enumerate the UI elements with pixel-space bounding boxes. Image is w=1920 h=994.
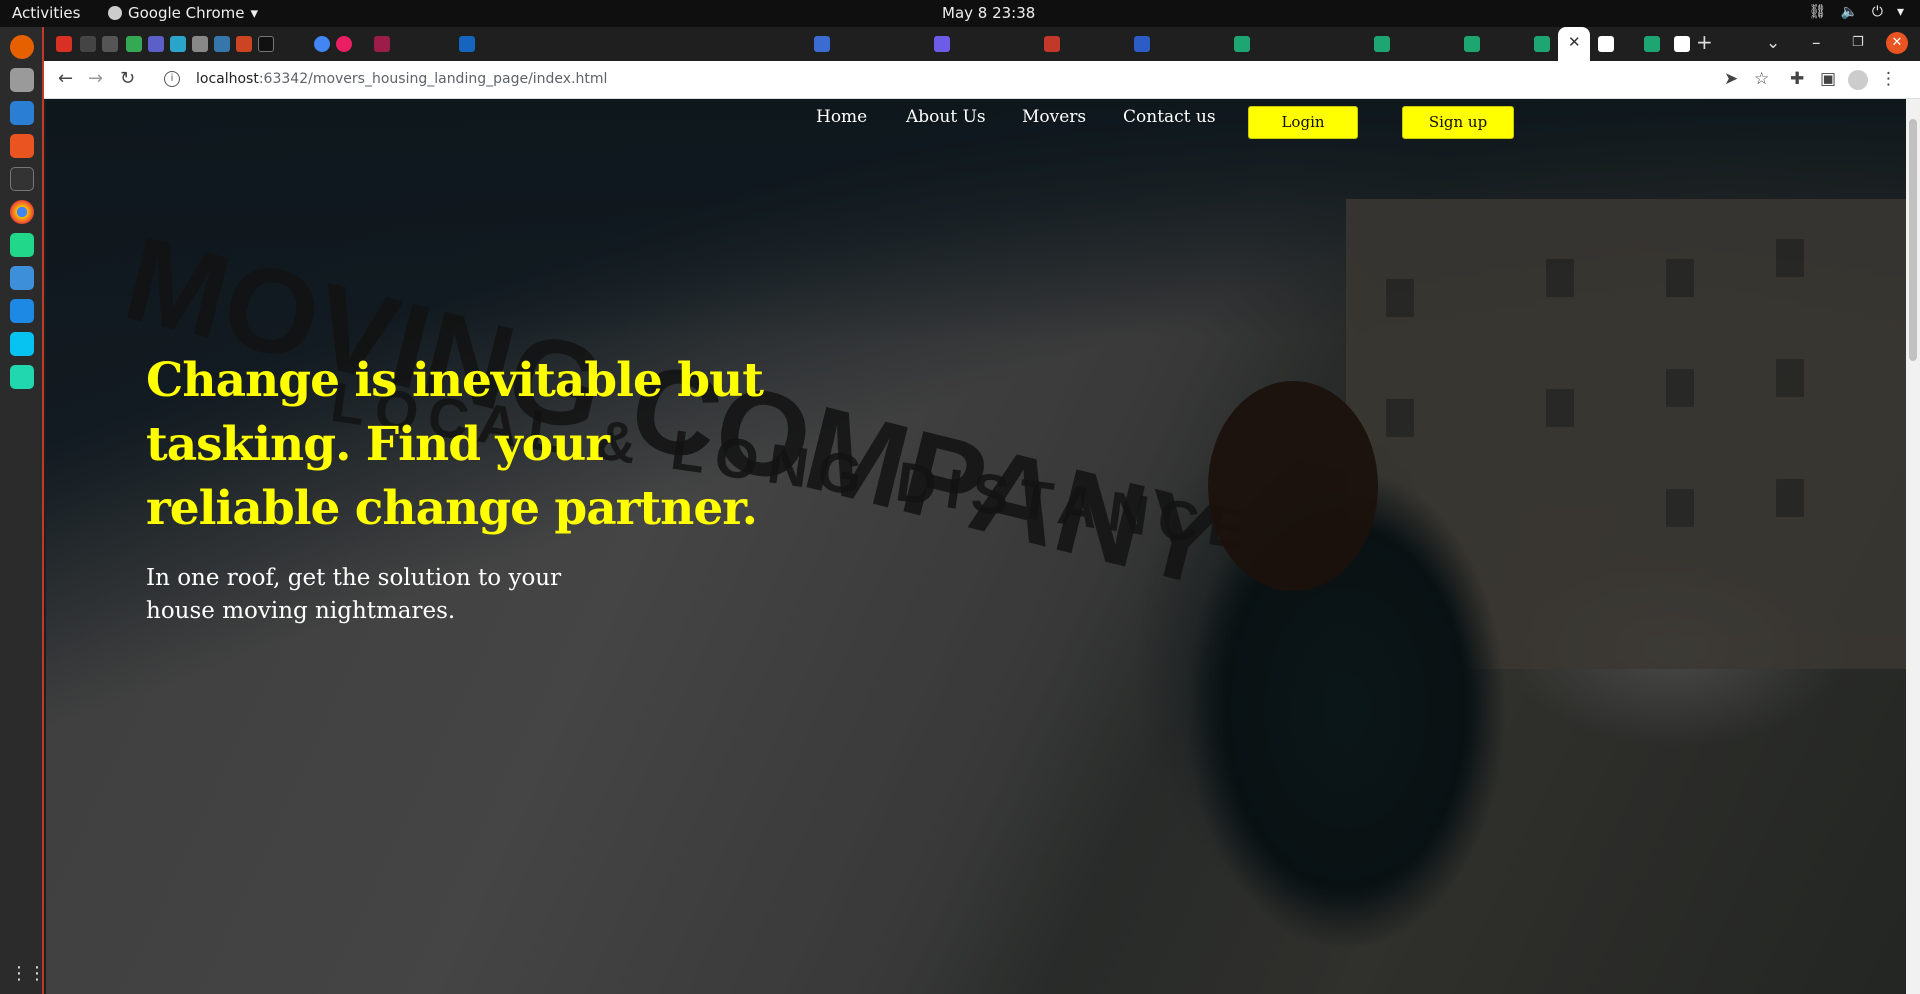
tab-favicon[interactable] [1134, 36, 1150, 52]
python-icon[interactable] [214, 36, 230, 52]
nav-contact-link[interactable]: Contact us [1123, 107, 1216, 127]
tab-favicon[interactable] [1534, 36, 1550, 52]
tab-favicon[interactable] [1644, 36, 1660, 52]
hero-subtitle: In one roof, get the solution to your ho… [146, 565, 562, 624]
login-button[interactable]: Login [1248, 106, 1358, 139]
app-center-icon[interactable] [10, 134, 34, 158]
new-tab-icon[interactable]: + [1696, 30, 1713, 54]
forward-icon[interactable]: → [88, 68, 103, 89]
reload-icon[interactable]: ↻ [120, 68, 135, 89]
webstorm-icon[interactable] [10, 332, 34, 356]
files-icon[interactable] [10, 68, 34, 92]
extensions-icon[interactable]: ✚ [1790, 69, 1804, 89]
tab-search-icon[interactable]: ⌄ [1766, 33, 1780, 53]
drive-icon[interactable] [126, 36, 142, 52]
chrome-icon[interactable] [10, 200, 34, 224]
site-navbar: Home About Us Movers Contact us Login Si… [46, 99, 1920, 149]
close-tab-icon[interactable]: ✕ [1568, 33, 1581, 51]
signup-button[interactable]: Sign up [1402, 106, 1514, 139]
chrome-app-icon [108, 6, 122, 20]
tab-favicon[interactable] [1674, 36, 1690, 52]
profile-avatar[interactable] [1848, 70, 1868, 90]
network-icon[interactable]: ⛓ [1809, 4, 1827, 20]
gmail-icon[interactable] [56, 36, 72, 52]
tab-favicon[interactable] [236, 36, 252, 52]
side-panel-icon[interactable]: ▣ [1820, 69, 1836, 89]
nav-home-link[interactable]: Home [816, 107, 867, 127]
restore-icon[interactable]: ❐ [1852, 35, 1864, 50]
site-info-icon[interactable]: i [164, 71, 180, 87]
close-window-icon[interactable]: ✕ [1886, 32, 1908, 54]
hero-title: Change is inevitable but tasking. Find y… [146, 353, 764, 536]
tab-favicon[interactable] [1374, 36, 1390, 52]
page-scrollbar[interactable] [1906, 99, 1920, 994]
active-tab[interactable]: ✕ [1558, 27, 1590, 61]
tab-favicon[interactable] [336, 36, 352, 52]
tab-favicon[interactable] [148, 36, 164, 52]
app-menu[interactable]: Google Chrome ▾ [108, 4, 258, 22]
app-name: Google Chrome [128, 4, 245, 22]
medium-icon[interactable] [258, 36, 274, 52]
hero-background-image: MOVING COMPANY LOCAL & LONG DISTANCE [46, 99, 1920, 994]
bookmark-star-icon[interactable]: ☆ [1754, 69, 1769, 89]
minimize-icon[interactable]: – [1812, 33, 1821, 53]
tab-strip: ✕ + ⌄ – ❐ ✕ [44, 27, 1920, 61]
tab-favicon[interactable] [1464, 36, 1480, 52]
tab-favicon[interactable] [1598, 36, 1614, 52]
tab-favicon[interactable] [934, 36, 950, 52]
tab-favicon[interactable] [374, 36, 390, 52]
text-editor-icon[interactable] [10, 101, 34, 125]
address-bar[interactable]: i localhost:63342/movers_housing_landing… [154, 65, 1804, 95]
chevron-down-icon: ▾ [250, 4, 259, 22]
browser-toolbar: ← → ↻ i localhost:63342/movers_housing_l… [44, 61, 1920, 99]
notes-icon[interactable] [10, 266, 34, 290]
activities-button[interactable]: Activities [12, 4, 80, 22]
vscode-icon[interactable] [10, 299, 34, 323]
pycharm-icon[interactable] [10, 233, 34, 257]
nav-movers-link[interactable]: Movers [1022, 107, 1086, 127]
tab-favicon[interactable] [192, 36, 208, 52]
tab-favicon[interactable] [459, 36, 475, 52]
chevron-down-icon[interactable]: ▾ [1897, 4, 1904, 20]
show-apps-icon[interactable]: ⋮⋮ [10, 962, 46, 986]
tab-favicon[interactable] [102, 36, 118, 52]
firefox-icon[interactable] [10, 35, 34, 59]
dark-overlay [46, 99, 1920, 994]
page-viewport: MOVING COMPANY LOCAL & LONG DISTANCE Hom… [46, 99, 1920, 994]
tab-favicon[interactable] [1234, 36, 1250, 52]
terminal-icon[interactable] [10, 167, 34, 191]
system-top-bar: Activities Google Chrome ▾ May 8 23:38 ⛓… [0, 0, 1920, 27]
send-icon[interactable]: ➤ [1724, 69, 1738, 89]
volume-icon[interactable]: 🔈 [1840, 4, 1857, 20]
google-icon[interactable] [314, 36, 330, 52]
dock: ⋮⋮ [0, 27, 46, 994]
tab-favicon[interactable] [1044, 36, 1060, 52]
system-tray[interactable]: ⛓ 🔈 ⏻ ▾ [1809, 4, 1904, 20]
menu-kebab-icon[interactable]: ⋮ [1880, 69, 1897, 89]
tab-favicon[interactable] [170, 36, 186, 52]
tab-favicon[interactable] [80, 36, 96, 52]
url-text[interactable]: localhost:63342/movers_housing_landing_p… [196, 71, 607, 87]
pycharm-ce-icon[interactable] [10, 365, 34, 389]
nav-about-link[interactable]: About Us [906, 107, 986, 127]
back-icon[interactable]: ← [58, 68, 73, 89]
tab-favicon[interactable] [814, 36, 830, 52]
clock[interactable]: May 8 23:38 [942, 4, 1035, 22]
power-icon[interactable]: ⏻ [1872, 4, 1883, 20]
scrollbar-thumb[interactable] [1909, 119, 1917, 361]
